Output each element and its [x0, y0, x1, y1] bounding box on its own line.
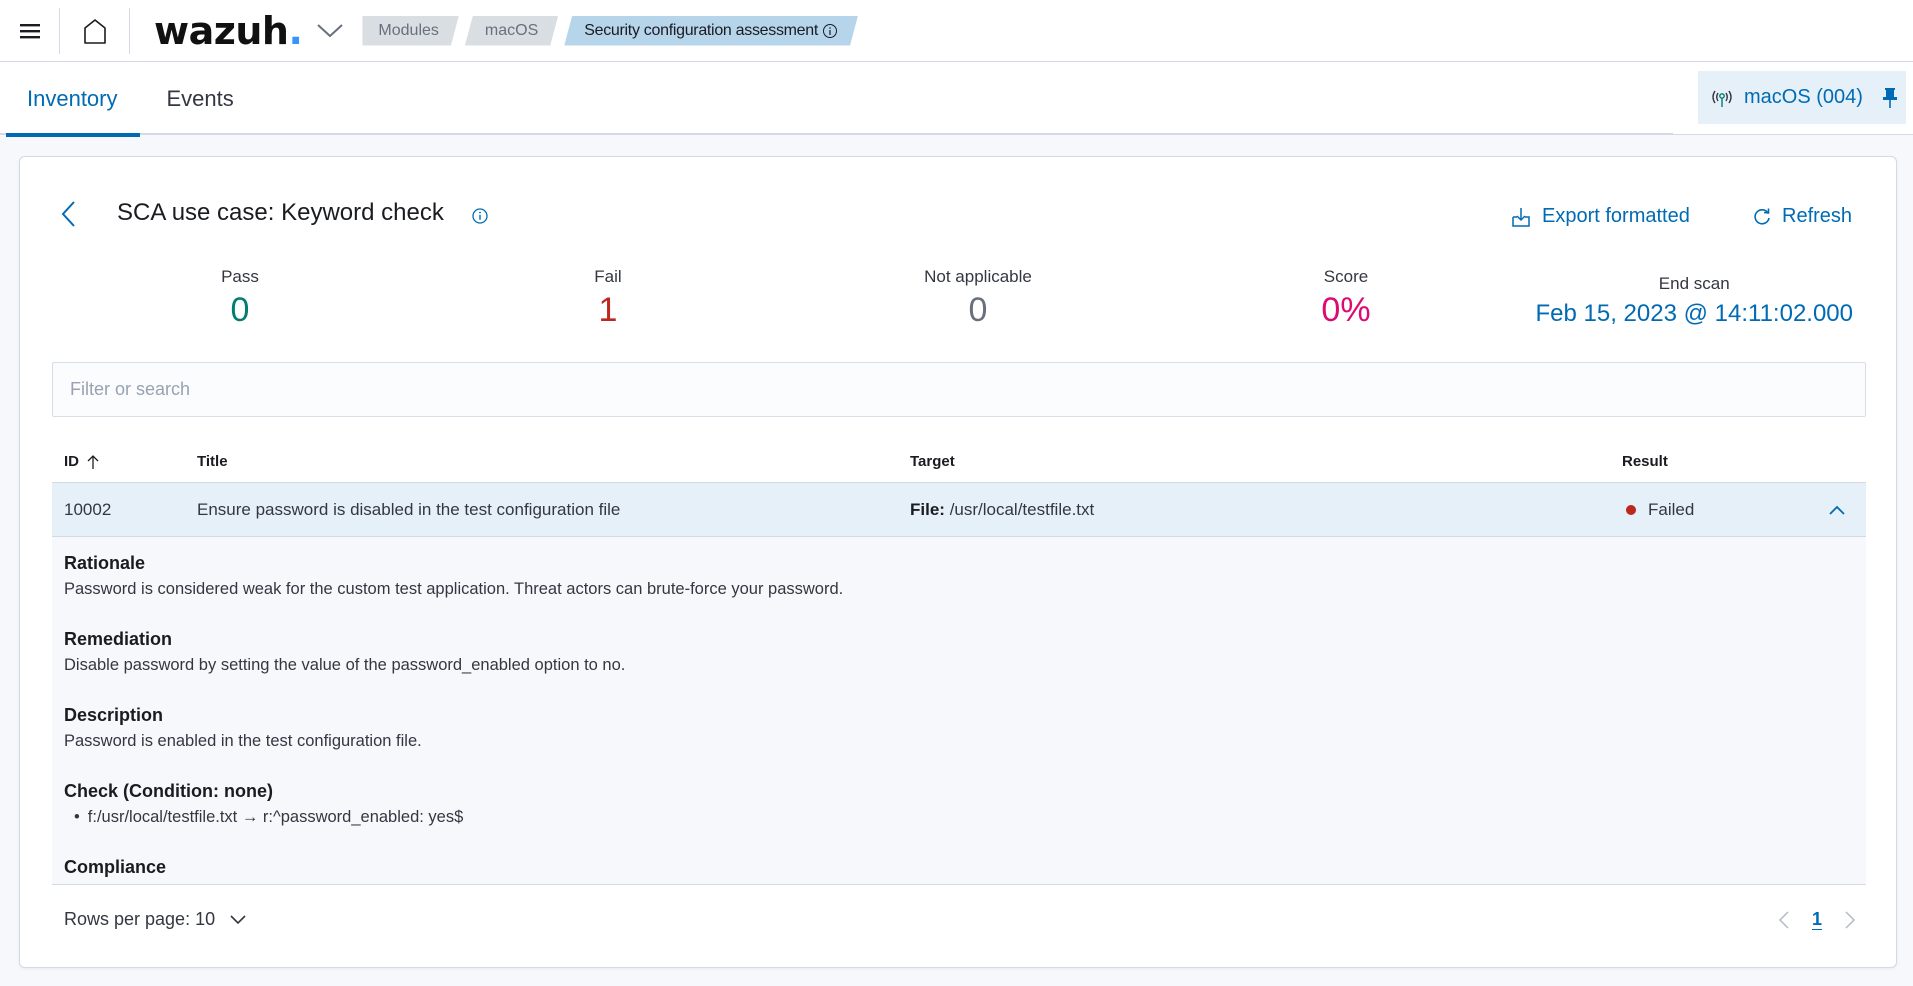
column-header-target[interactable]: Target [910, 453, 955, 470]
tab-inventory[interactable]: Inventory [0, 62, 140, 137]
stat-label: End scan [1658, 274, 1730, 293]
chevron-down-icon [230, 914, 246, 924]
sca-policy-panel: SCA use case: Keyword check Export forma… [19, 156, 1897, 968]
info-icon[interactable] [471, 207, 489, 230]
target-label: File: [910, 500, 945, 519]
stat-fail: Fail 1 [528, 267, 688, 330]
info-icon[interactable] [822, 23, 838, 39]
column-header-title[interactable]: Title [197, 453, 228, 470]
target-value: /usr/local/testfile.txt [949, 500, 1095, 519]
result-label: Failed [1648, 500, 1695, 519]
stat-not-applicable: Not applicable 0 [878, 267, 1078, 330]
stat-score: Score 0% [1266, 267, 1426, 330]
refresh-button[interactable]: Refresh [1752, 205, 1852, 228]
stat-end-scan: End scan Feb 15, 2023 @ 14:11:02.000 [1536, 274, 1854, 328]
agent-label: macOS (004) [1744, 86, 1863, 108]
logo-dot: . [288, 8, 303, 53]
stat-label: Fail [594, 267, 622, 286]
previous-page-button[interactable] [1778, 910, 1790, 930]
column-label: Result [1622, 453, 1668, 470]
breadcrumb-label: macOS [484, 21, 539, 39]
export-label: Export formatted [1542, 205, 1690, 227]
row-details: Rationale Password is considered weak fo… [52, 537, 1866, 885]
pin-button[interactable] [1882, 87, 1898, 114]
breadcrumb-modules[interactable]: Modules [362, 16, 458, 46]
rows-per-page-select[interactable]: Rows per page: 10 [64, 909, 247, 930]
breadcrumb-macos[interactable]: macOS [465, 16, 558, 46]
pin-icon [1883, 88, 1897, 108]
column-label: ID [64, 453, 79, 470]
tab-label: Inventory [27, 85, 118, 111]
column-label: Title [197, 453, 228, 470]
breadcrumb: Modules macOS Security configuration ass… [362, 16, 864, 46]
cell-title: Ensure password is disabled in the test … [197, 500, 621, 519]
top-header: wazuh. Modules macOS Security configurat… [0, 0, 1913, 62]
collapse-row-button[interactable] [1828, 501, 1846, 521]
stat-label: Score [1323, 267, 1369, 286]
check-item: f:/usr/local/testfile.txt → r:^password_… [74, 808, 464, 827]
breadcrumb-sca[interactable]: Security configuration assessment [564, 16, 858, 46]
chevron-right-icon [1845, 910, 1856, 929]
chevron-down-icon [317, 24, 344, 38]
column-header-result[interactable]: Result [1622, 453, 1668, 470]
tab-events[interactable]: Events [140, 62, 256, 135]
wazuh-logo[interactable]: wazuh. [154, 8, 303, 53]
chevron-left-icon [61, 201, 75, 227]
stat-value: 0 [230, 291, 250, 329]
pagination: 1 [1778, 909, 1856, 930]
home-button[interactable] [60, 7, 130, 54]
logo-text: wazuh [154, 8, 289, 53]
description-text: Password is enabled in the test configur… [64, 732, 422, 750]
stat-value: Feb 15, 2023 @ 14:11:02.000 [1535, 300, 1854, 327]
remediation-heading: Remediation [64, 629, 173, 649]
table-header: ID Title Target Result [52, 439, 1866, 483]
stat-label: Pass [221, 267, 259, 286]
rationale-heading: Rationale [64, 553, 146, 573]
home-icon [83, 18, 106, 44]
description-heading: Description [64, 705, 164, 725]
stat-value: 1 [598, 291, 618, 329]
cell-id: 10002 [64, 500, 112, 519]
arrow-up-icon [87, 454, 99, 469]
back-button[interactable] [58, 199, 80, 234]
failed-status-dot [1626, 504, 1636, 515]
antenna-icon [1712, 90, 1732, 107]
stat-value: 0 [968, 291, 988, 329]
table-row[interactable]: 10002 Ensure password is disabled in the… [52, 483, 1866, 537]
stat-value: 0% [1321, 291, 1371, 329]
breadcrumb-label: Security configuration assessment [584, 21, 819, 39]
refresh-icon [1752, 207, 1772, 227]
filter-search-input[interactable] [52, 362, 1866, 417]
tab-label: Events [166, 85, 234, 111]
cell-result: Failed [1626, 500, 1694, 520]
compliance-heading: Compliance [64, 857, 167, 877]
chevron-left-icon [1778, 910, 1789, 929]
menu-button[interactable] [0, 7, 60, 54]
next-page-button[interactable] [1844, 910, 1856, 930]
export-formatted-button[interactable]: Export formatted [1510, 205, 1690, 228]
column-header-id[interactable]: ID [64, 453, 100, 470]
hamburger-icon [19, 23, 40, 38]
page-title: SCA use case: Keyword check [117, 199, 444, 226]
stat-pass: Pass 0 [160, 267, 320, 330]
app-switcher-button[interactable] [316, 23, 344, 44]
stat-label: Not applicable [924, 267, 1032, 286]
remediation-text: Disable password by setting the value of… [64, 656, 626, 674]
chevron-up-icon [1829, 505, 1845, 515]
breadcrumb-label: Modules [378, 21, 439, 39]
rationale-text: Password is considered weak for the cust… [64, 580, 844, 598]
tab-bar: Inventory Events [0, 62, 1673, 137]
page-1-button[interactable]: 1 [1812, 909, 1822, 930]
cell-target: File: /usr/local/testfile.txt [910, 500, 1094, 520]
column-label: Target [910, 453, 955, 470]
rows-per-page-label: Rows per page: 10 [64, 909, 216, 929]
agent-selector[interactable]: macOS (004) [1698, 71, 1906, 124]
check-heading: Check (Condition: none) [64, 781, 273, 801]
refresh-label: Refresh [1782, 205, 1853, 227]
download-icon [1510, 206, 1532, 228]
